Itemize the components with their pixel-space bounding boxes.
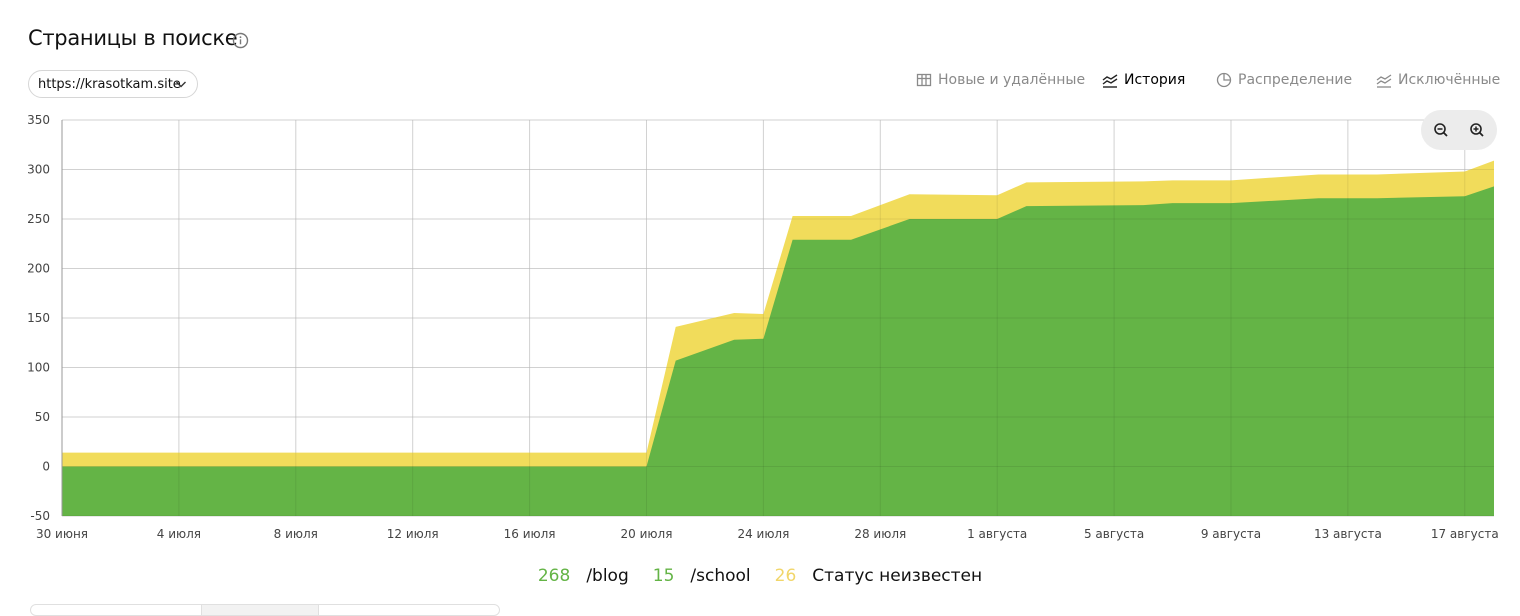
legend-value: 15	[652, 566, 675, 586]
zoom-controls	[1421, 110, 1497, 150]
legend-value: 268	[537, 566, 571, 586]
y-tick-label: 0	[42, 460, 50, 474]
legend-label: /school	[690, 566, 751, 586]
chart-legend: 268 /blog 15 /school 26 Статус неизвесте…	[0, 566, 1520, 586]
y-tick-label: 300	[27, 163, 50, 177]
x-tick-label: 28 июля	[854, 527, 906, 541]
y-tick-label: 100	[27, 361, 50, 375]
legend-label: Статус неизвестен	[812, 566, 983, 586]
zoom-in-icon[interactable]	[1467, 120, 1487, 140]
tab-excluded[interactable]: Исключённые	[1376, 72, 1500, 88]
history-chart-icon	[1102, 74, 1118, 88]
x-tick-label: 5 августа	[1084, 527, 1144, 541]
x-tick-label: 20 июля	[621, 527, 673, 541]
page-title: Страницы в поиске	[28, 26, 238, 50]
y-tick-label: 150	[27, 311, 50, 325]
tab-distribution[interactable]: Распределение	[1216, 72, 1352, 88]
x-tick-label: 1 августа	[967, 527, 1027, 541]
excluded-chart-icon	[1376, 74, 1392, 88]
bottom-tabs-strip[interactable]	[30, 604, 500, 616]
y-tick-label: 50	[35, 410, 50, 424]
x-tick-label: 16 июля	[504, 527, 556, 541]
x-tick-label: 30 июня	[36, 527, 88, 541]
x-tick-label: 8 июля	[274, 527, 318, 541]
legend-value: 26	[774, 566, 797, 586]
legend-item-blog[interactable]: 268 /blog	[538, 566, 629, 586]
history-chart: -50 0 50 100 150 200 250 300 350 30 июня 4 июля 8 и…	[27, 113, 1499, 541]
bottom-tab[interactable]	[201, 605, 319, 615]
x-tick-label: 12 июля	[387, 527, 439, 541]
pie-chart-icon	[1216, 72, 1232, 88]
table-icon	[916, 73, 932, 87]
y-tick-label: -50	[30, 509, 50, 523]
tab-history[interactable]: История	[1102, 72, 1185, 88]
info-icon[interactable]	[232, 32, 249, 49]
x-tick-label: 9 августа	[1201, 527, 1261, 541]
tab-new-removed[interactable]: Новые и удалённые	[916, 72, 1085, 88]
y-tick-label: 250	[27, 212, 50, 226]
view-tabs: Новые и удалённые История Распределение …	[0, 72, 1520, 94]
x-tick-label: 24 июля	[737, 527, 789, 541]
legend-label: /blog	[586, 566, 629, 586]
legend-item-unknown[interactable]: 26 Статус неизвестен	[775, 566, 983, 586]
tab-label: Новые и удалённые	[938, 72, 1086, 88]
tab-label: История	[1124, 72, 1186, 88]
x-tick-label: 17 августа	[1431, 527, 1499, 541]
y-tick-label: 350	[27, 113, 50, 127]
tab-label: Исключённые	[1398, 72, 1501, 88]
tab-label: Распределение	[1238, 72, 1353, 88]
x-tick-label: 4 июля	[157, 527, 201, 541]
legend-item-school[interactable]: 15 /school	[653, 566, 751, 586]
x-tick-label: 13 августа	[1314, 527, 1382, 541]
y-tick-label: 200	[27, 262, 50, 276]
zoom-out-icon[interactable]	[1431, 120, 1451, 140]
